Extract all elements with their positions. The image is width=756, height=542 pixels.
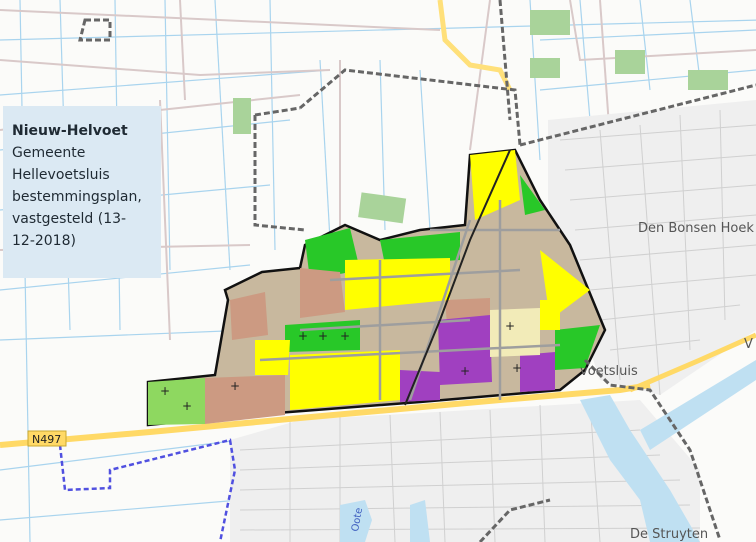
plan-title: Nieuw-Helvoet (12, 123, 128, 139)
svg-text:+: + (318, 329, 328, 343)
municipality-label: Gemeente (12, 145, 86, 161)
svg-text:+: + (230, 379, 240, 393)
svg-text:+: + (460, 364, 470, 378)
svg-text:+: + (182, 399, 192, 413)
svg-text:+: + (340, 329, 350, 343)
sport-field-west (148, 378, 205, 425)
svg-text:+: + (505, 319, 515, 333)
label-den-bonsen-hoek: Den Bonsen Hoek (638, 221, 754, 236)
municipality-name: Hellevoetsluis (12, 167, 110, 183)
residential-zone-2 (290, 350, 400, 410)
svg-text:+: + (512, 361, 522, 375)
label-de-struyten: De Struyten (630, 527, 708, 542)
mixed-zone-mid (300, 268, 345, 318)
svg-text:+: + (298, 329, 308, 343)
social-zone-2 (400, 370, 440, 402)
label-n497: N497 (32, 433, 61, 446)
social-zone-3 (520, 352, 555, 392)
info-panel: Nieuw-Helvoet Gemeente Hellevoetsluis be… (3, 106, 161, 278)
plan-type: bestemmingsplan, (12, 189, 142, 205)
plan-status: vastgesteld (13- (12, 211, 127, 227)
mixed-zone-2 (230, 292, 268, 340)
road-n497-shield: N497 (27, 430, 67, 447)
plan-date: 12-2018) (12, 233, 76, 249)
residential-zone-5 (255, 340, 290, 375)
label-road-v: V (744, 337, 753, 352)
residential-zone-6 (540, 300, 560, 330)
svg-text:+: + (160, 384, 170, 398)
label-hellevoetsluis: voetsluis (580, 364, 638, 379)
